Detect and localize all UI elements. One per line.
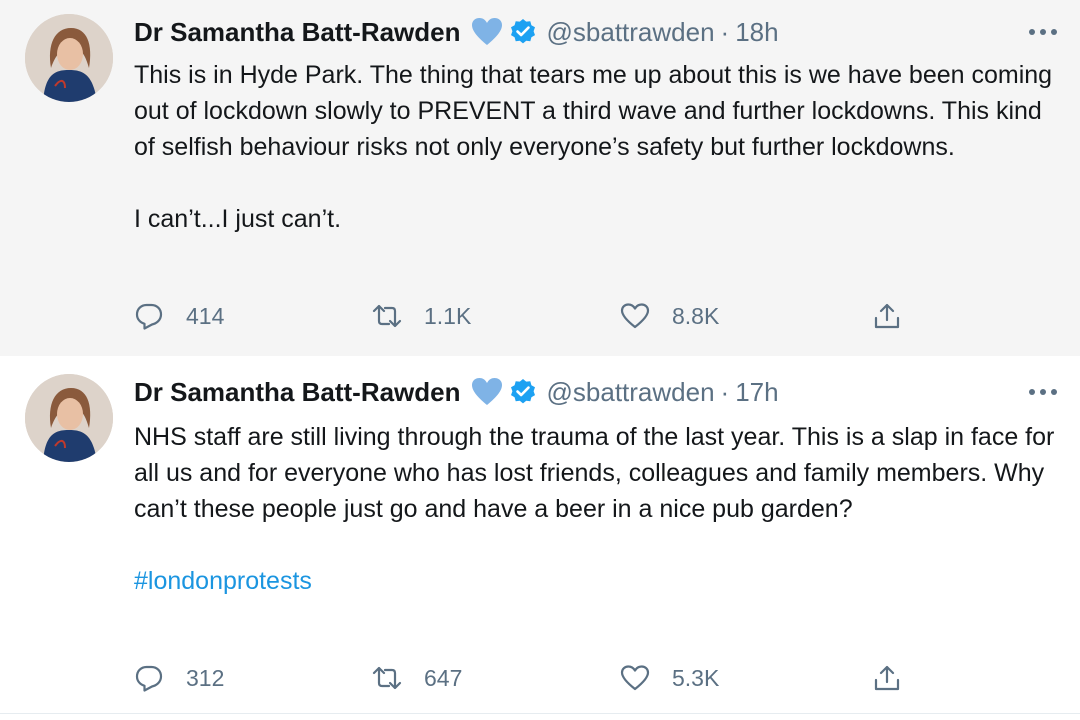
share-icon <box>874 665 900 691</box>
reply-count: 414 <box>186 302 225 329</box>
blue-heart-icon <box>471 377 503 407</box>
hashtag-link[interactable]: #londonprotests <box>134 567 312 595</box>
tweet-text: This is in Hyde Park. The thing that tea… <box>134 57 1064 237</box>
retweet-button[interactable]: 647 <box>372 658 462 698</box>
like-button[interactable]: 8.8K <box>620 296 719 336</box>
header-separator: · <box>720 376 730 407</box>
more-options-icon[interactable] <box>1026 18 1060 46</box>
author-name[interactable]: Dr Samantha Batt-Rawden <box>134 17 461 48</box>
author-handle[interactable]: @sbattrawden <box>547 377 715 408</box>
reply-count: 312 <box>186 664 225 691</box>
avatar-photo-icon <box>25 374 113 462</box>
tweet-actions: 414 1.1K 8.8K <box>134 296 914 336</box>
author-name[interactable]: Dr Samantha Batt-Rawden <box>134 377 461 408</box>
share-icon <box>874 303 900 329</box>
retweet-count: 1.1K <box>424 302 472 329</box>
share-button[interactable] <box>872 296 902 336</box>
tweet-paragraph: NHS staff are still living through the t… <box>134 423 1055 523</box>
reply-button[interactable]: 414 <box>134 296 224 336</box>
tweet-2[interactable]: Dr Samantha Batt-Rawden @sbattrawden · 1… <box>0 356 1080 714</box>
tweet-header: Dr Samantha Batt-Rawden @sbattrawden · 1… <box>134 374 1060 410</box>
avatar[interactable] <box>25 14 113 102</box>
author-handle[interactable]: @sbattrawden <box>547 17 715 48</box>
like-icon <box>620 665 650 691</box>
verified-badge-icon <box>509 18 537 46</box>
reply-button[interactable]: 312 <box>134 658 224 698</box>
tweet-text: NHS staff are still living through the t… <box>134 419 1064 599</box>
tweet-paragraph: This is in Hyde Park. The thing that tea… <box>134 61 1053 161</box>
blue-heart-icon <box>471 17 503 47</box>
tweet-actions: 312 647 5.3K <box>134 658 914 698</box>
verified-badge-icon <box>509 378 537 406</box>
like-icon <box>620 303 650 329</box>
tweet-1[interactable]: Dr Samantha Batt-Rawden @sbattrawden · 1… <box>0 0 1080 356</box>
tweet-header: Dr Samantha Batt-Rawden @sbattrawden · 1… <box>134 14 1060 50</box>
retweet-button[interactable]: 1.1K <box>372 296 471 336</box>
tweet-timestamp[interactable]: 17h <box>735 377 778 408</box>
avatar-photo-icon <box>25 14 113 102</box>
more-options-icon[interactable] <box>1026 378 1060 406</box>
share-button[interactable] <box>872 658 902 698</box>
retweet-icon <box>372 304 402 328</box>
reply-icon <box>135 665 163 692</box>
avatar[interactable] <box>25 374 113 462</box>
retweet-count: 647 <box>424 664 463 691</box>
like-count: 8.8K <box>672 302 720 329</box>
retweet-icon <box>372 666 402 690</box>
reply-icon <box>135 303 163 330</box>
tweet-paragraph: I can’t...I just can’t. <box>134 205 342 233</box>
like-button[interactable]: 5.3K <box>620 658 719 698</box>
like-count: 5.3K <box>672 664 720 691</box>
header-separator: · <box>720 16 730 47</box>
tweet-timestamp[interactable]: 18h <box>735 17 778 48</box>
